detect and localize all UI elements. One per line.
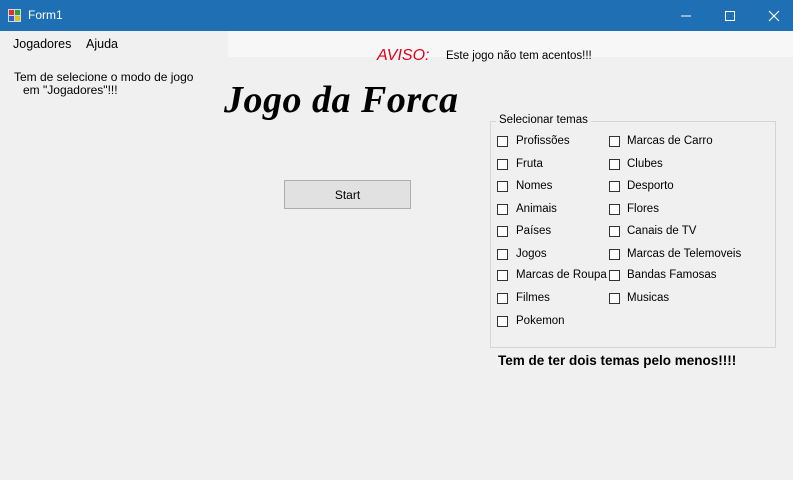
min-themes-note: Tem de ter dois temas pelo menos!!!! — [498, 353, 737, 368]
checkbox-label: Fruta — [516, 158, 543, 170]
checkbox-marcas-de-telemoveis[interactable]: Marcas de Telemoveis — [609, 248, 741, 260]
app-icon — [8, 9, 21, 22]
checkbox-profissoes[interactable]: Profissões — [497, 135, 570, 147]
checkbox-clubes[interactable]: Clubes — [609, 158, 663, 170]
checkbox-box — [497, 158, 508, 170]
checkbox-label: Marcas de Telemoveis — [627, 248, 742, 260]
checkbox-filmes[interactable]: Filmes — [497, 292, 550, 304]
checkbox-musicas[interactable]: Musicas — [609, 292, 669, 304]
checkbox-label: Marcas de Carro — [627, 135, 713, 147]
checkbox-pokemon[interactable]: Pokemon — [497, 315, 565, 327]
checkbox-box — [609, 292, 620, 304]
checkbox-label: Bandas Famosas — [627, 269, 717, 281]
checkbox-fruta[interactable]: Fruta — [497, 158, 543, 170]
checkbox-label: Marcas de Roupa — [516, 269, 607, 281]
checkbox-marcas-de-carro[interactable]: Marcas de Carro — [609, 135, 713, 147]
checkbox-label: Filmes — [516, 292, 550, 304]
checkbox-box — [497, 225, 508, 237]
game-title: Jogo da Forca — [224, 79, 459, 121]
minimize-icon — [681, 15, 691, 16]
checkbox-flores[interactable]: Flores — [609, 203, 659, 215]
checkbox-box — [497, 292, 508, 304]
close-button[interactable] — [751, 0, 793, 31]
start-button-label: Start — [334, 187, 361, 202]
start-button[interactable]: Start — [284, 180, 411, 209]
checkbox-label: Flores — [627, 203, 659, 215]
checkbox-box — [609, 135, 620, 147]
checkbox-desporto[interactable]: Desporto — [609, 180, 674, 192]
checkbox-animais[interactable]: Animais — [497, 203, 557, 215]
checkbox-box — [609, 248, 620, 260]
warning-label: AVISO: — [377, 47, 430, 64]
checkbox-bandas-famosas[interactable]: Bandas Famosas — [609, 269, 717, 281]
checkbox-jogos[interactable]: Jogos — [497, 248, 547, 260]
checkbox-label: Canais de TV — [627, 225, 697, 237]
checkbox-label: Jogos — [516, 248, 547, 260]
maximize-button[interactable] — [707, 0, 753, 31]
checkbox-box — [497, 248, 508, 260]
checkbox-box — [497, 315, 508, 327]
warning-text: Este jogo não tem acentos!!! — [446, 50, 592, 62]
checkbox-box — [497, 135, 508, 147]
themes-caption: Selecionar temas — [496, 114, 591, 126]
close-icon — [768, 10, 780, 21]
checkbox-marcas-de-roupa[interactable]: Marcas de Roupa — [497, 269, 607, 281]
instruction-text: Tem de selecione o modo de jogo em "Joga… — [14, 71, 214, 97]
checkbox-nomes[interactable]: Nomes — [497, 180, 552, 192]
window-title: Form1 — [28, 8, 63, 22]
checkbox-box — [609, 225, 620, 237]
checkbox-label: Pokemon — [516, 315, 565, 327]
checkbox-label: Animais — [516, 203, 557, 215]
checkbox-label: Desporto — [627, 180, 674, 192]
checkbox-label: Nomes — [516, 180, 553, 192]
checkbox-box — [497, 203, 508, 215]
checkbox-label: Clubes — [627, 158, 663, 170]
checkbox-label: Profissões — [516, 135, 570, 147]
checkbox-box — [497, 180, 508, 192]
menu-jogadores[interactable]: Jogadores — [13, 37, 71, 51]
checkbox-canais-de-tv[interactable]: Canais de TV — [609, 225, 696, 237]
checkbox-box — [609, 269, 620, 281]
checkbox-label: Países — [516, 225, 552, 237]
minimize-button[interactable] — [663, 0, 709, 31]
checkbox-paises[interactable]: Países — [497, 225, 551, 237]
checkbox-box — [609, 180, 620, 192]
instruction-line-2: em "Jogadores"!!! — [23, 83, 118, 97]
checkbox-label: Musicas — [627, 292, 670, 304]
title-bar: Form1 — [0, 0, 793, 31]
checkbox-box — [497, 269, 508, 281]
checkbox-box — [609, 158, 620, 170]
menu-ajuda[interactable]: Ajuda — [86, 37, 118, 51]
checkbox-box — [609, 203, 620, 215]
maximize-icon — [725, 10, 735, 21]
